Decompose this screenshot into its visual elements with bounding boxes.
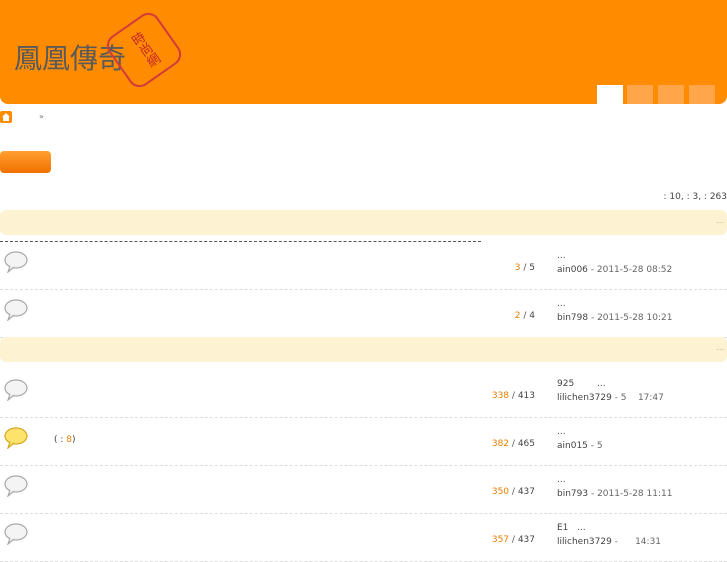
last-post-title[interactable]: ... xyxy=(557,427,566,437)
last-post-author[interactable]: lilichen3729 xyxy=(557,393,612,403)
last-post-title[interactable]: ... xyxy=(557,251,566,261)
last-post-info: bin793 - 2011-5-28 11:11 xyxy=(557,489,673,499)
thread-counts: 3 / 5 xyxy=(514,263,535,273)
section-more[interactable]: ... xyxy=(716,216,724,225)
thread-bubble-icon xyxy=(3,475,29,500)
thread-counts: 350 / 437 xyxy=(491,487,535,497)
thread-row[interactable]: 357 / 437 E1 ... lilichen3729 - 14:31 xyxy=(0,514,727,562)
last-post-info: lilichen3729 - 14:31 xyxy=(557,537,662,547)
thread-bubble-icon xyxy=(3,379,29,404)
thread-counts: 382 / 465 xyxy=(491,439,535,449)
last-post-info: lilichen3729 - 5 17:47 xyxy=(557,393,664,403)
thread-counts: 338 / 413 xyxy=(491,391,535,401)
section-more[interactable]: ... xyxy=(716,343,724,352)
last-post-author[interactable]: ain006 xyxy=(557,265,588,275)
last-post-title[interactable]: ... xyxy=(557,299,566,309)
thread-bubble-icon xyxy=(3,299,29,324)
hot-thread-bubble-icon xyxy=(3,427,29,452)
nav-tab-3[interactable] xyxy=(658,85,684,104)
last-post-title[interactable]: 925 ... xyxy=(557,379,606,389)
new-thread-button[interactable] xyxy=(0,151,51,173)
last-post-info: bin798 - 2011-5-28 10:21 xyxy=(557,313,673,323)
last-post-title[interactable]: ... xyxy=(557,475,566,485)
thread-page-note: ( : 8) xyxy=(54,435,76,445)
site-header: 鳳凰傳奇 時尚網 xyxy=(0,0,727,104)
last-post-author[interactable]: bin798 xyxy=(557,313,588,323)
thread-row[interactable]: 350 / 437 ... bin793 - 2011-5-28 11:11 xyxy=(0,466,727,514)
last-post-title[interactable]: E1 ... xyxy=(557,523,586,533)
thread-row[interactable]: 3 / 5 ... ain006 - 2011-5-28 08:52 xyxy=(0,242,727,290)
thread-row[interactable]: 338 / 413 925 ... lilichen3729 - 5 17:47 xyxy=(0,370,727,418)
last-post-author[interactable]: bin793 xyxy=(557,489,588,499)
breadcrumb-separator: » xyxy=(39,112,44,121)
last-post-info: ain006 - 2011-5-28 08:52 xyxy=(557,265,673,275)
section-header: ... xyxy=(0,337,727,362)
section-header: ... xyxy=(0,210,727,235)
last-post-author[interactable]: ain015 xyxy=(557,441,588,451)
home-icon[interactable] xyxy=(0,111,12,123)
thread-counts: 2 / 4 xyxy=(514,311,535,321)
thread-bubble-icon xyxy=(3,251,29,276)
thread-bubble-icon xyxy=(3,523,29,548)
thread-counts: 357 / 437 xyxy=(491,535,535,545)
last-post-author[interactable]: lilichen3729 xyxy=(557,537,612,547)
thread-row[interactable]: 2 / 4 ... bin798 - 2011-5-28 10:21 xyxy=(0,290,727,338)
forum-stats: : 10, : 3, : 263 xyxy=(663,192,727,202)
nav-tab-2[interactable] xyxy=(627,85,653,104)
nav-tab-4[interactable] xyxy=(689,85,715,104)
last-post-info: ain015 - 5 xyxy=(557,441,603,451)
thread-row[interactable]: ( : 8) 382 / 465 ... ain015 - 5 xyxy=(0,418,727,466)
logo-stamp: 時尚網 xyxy=(102,8,186,92)
nav-tab-1[interactable] xyxy=(597,85,623,104)
